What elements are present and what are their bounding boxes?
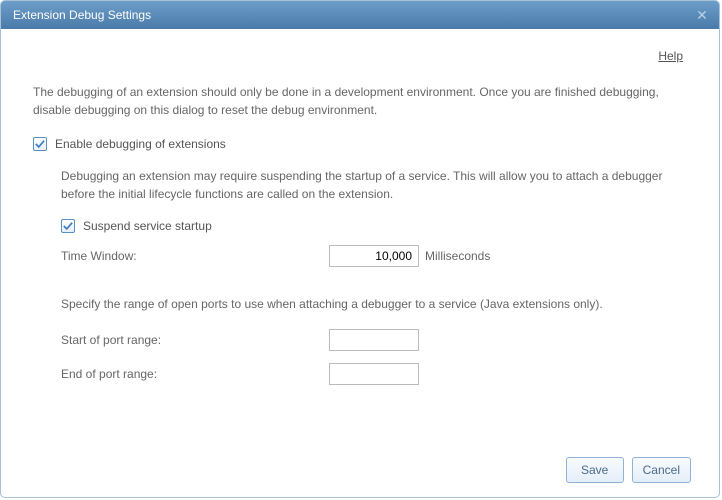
port-start-input[interactable] bbox=[329, 329, 419, 351]
time-window-unit: Milliseconds bbox=[425, 249, 490, 263]
checkmark-icon bbox=[35, 139, 45, 149]
suspend-description: Debugging an extension may require suspe… bbox=[61, 167, 687, 203]
suspend-startup-row: Suspend service startup bbox=[61, 219, 687, 233]
enable-debugging-row: Enable debugging of extensions bbox=[33, 137, 687, 151]
port-start-row: Start of port range: bbox=[61, 329, 687, 351]
intro-text: The debugging of an extension should onl… bbox=[33, 83, 687, 119]
dialog-window: Extension Debug Settings ✕ Help The debu… bbox=[0, 0, 720, 498]
save-button[interactable]: Save bbox=[566, 457, 624, 483]
enable-debugging-label: Enable debugging of extensions bbox=[55, 137, 226, 151]
port-end-input[interactable] bbox=[329, 363, 419, 385]
port-end-label: End of port range: bbox=[61, 367, 329, 381]
dialog-content: Help The debugging of an extension shoul… bbox=[1, 29, 719, 497]
time-window-label: Time Window: bbox=[61, 249, 329, 263]
enable-debugging-checkbox[interactable] bbox=[33, 137, 47, 151]
time-window-row: Time Window: Milliseconds bbox=[61, 245, 687, 267]
port-start-label: Start of port range: bbox=[61, 333, 329, 347]
titlebar: Extension Debug Settings ✕ bbox=[1, 1, 719, 29]
button-bar: Save Cancel bbox=[566, 457, 691, 483]
time-window-input[interactable] bbox=[329, 245, 419, 267]
port-section: Specify the range of open ports to use w… bbox=[33, 295, 687, 385]
cancel-button[interactable]: Cancel bbox=[632, 457, 691, 483]
port-end-row: End of port range: bbox=[61, 363, 687, 385]
dialog-title: Extension Debug Settings bbox=[9, 8, 151, 22]
suspend-startup-checkbox[interactable] bbox=[61, 219, 75, 233]
help-link[interactable]: Help bbox=[658, 49, 683, 63]
port-description: Specify the range of open ports to use w… bbox=[61, 295, 687, 313]
close-icon[interactable]: ✕ bbox=[693, 6, 711, 24]
suspend-startup-label: Suspend service startup bbox=[83, 219, 212, 233]
checkmark-icon bbox=[63, 221, 73, 231]
